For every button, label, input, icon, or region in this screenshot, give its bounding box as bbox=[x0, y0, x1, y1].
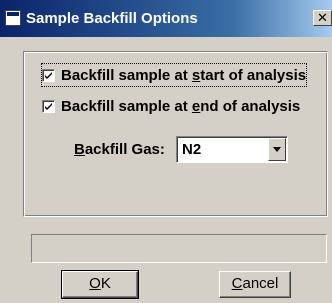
backfill-gas-label: Backfill Gas: bbox=[74, 141, 165, 158]
close-icon: ✕ bbox=[317, 10, 328, 25]
sample-backfill-options-dialog: Sample Backfill Options ✕ Backfill sampl… bbox=[0, 0, 332, 303]
ok-button[interactable]: OK bbox=[61, 270, 139, 299]
backfill-end-label: Backfill sample at end of analysis bbox=[61, 97, 301, 115]
checkmark-icon bbox=[45, 102, 52, 110]
checkmark-icon bbox=[45, 71, 52, 79]
backfill-start-checkbox[interactable] bbox=[42, 68, 55, 82]
cancel-button[interactable]: Cancel bbox=[219, 271, 291, 298]
close-button[interactable]: ✕ bbox=[313, 10, 332, 26]
backfill-gas-select[interactable]: N2 bbox=[176, 136, 288, 163]
status-bar bbox=[31, 234, 327, 263]
backfill-gas-value: N2 bbox=[182, 141, 202, 158]
chevron-down-icon bbox=[273, 147, 281, 152]
window-icon bbox=[5, 10, 21, 26]
backfill-end-checkbox-row[interactable]: Backfill sample at end of analysis bbox=[42, 95, 300, 117]
backfill-end-checkbox[interactable] bbox=[42, 99, 55, 113]
backfill-start-checkbox-row[interactable]: Backfill sample at start of analysis bbox=[40, 63, 308, 87]
backfill-start-label: Backfill sample at start of analysis bbox=[61, 66, 307, 84]
dropdown-button[interactable] bbox=[268, 138, 286, 161]
window-title: Sample Backfill Options bbox=[26, 10, 198, 27]
title-bar[interactable]: Sample Backfill Options ✕ bbox=[0, 0, 332, 37]
